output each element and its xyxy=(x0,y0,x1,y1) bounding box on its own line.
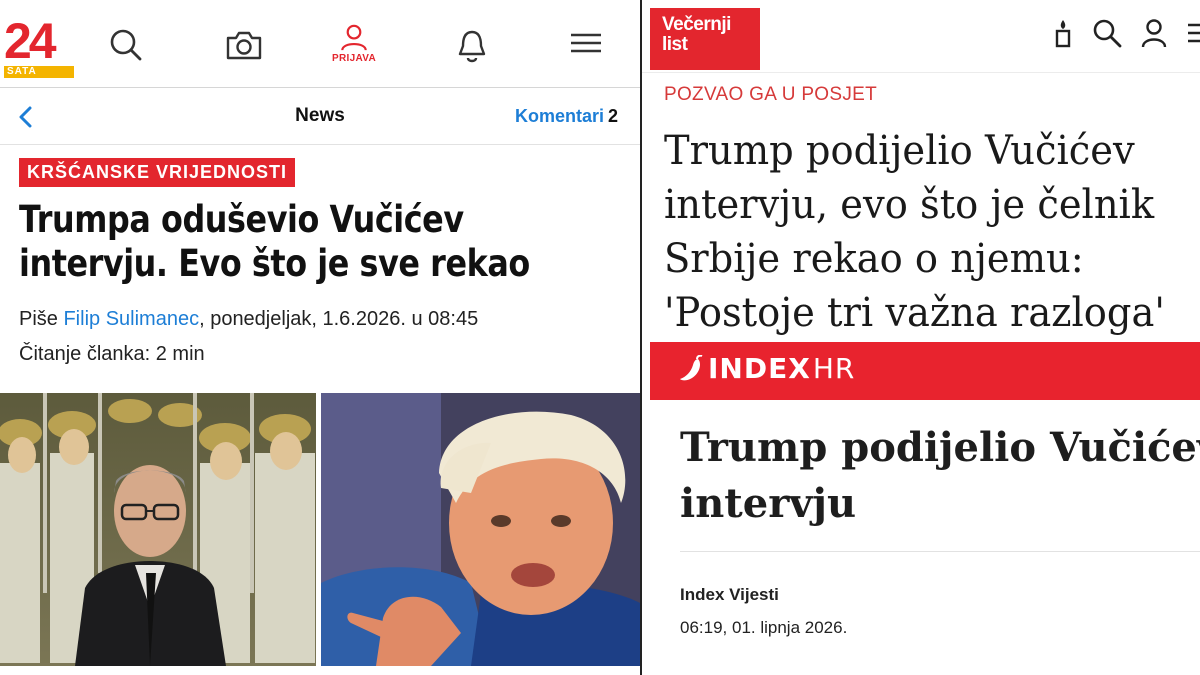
vecernji-logo-line2: list xyxy=(662,34,688,55)
bell-icon xyxy=(458,30,486,63)
index-date: 06:19, 01. lipnja 2026. xyxy=(680,618,848,637)
byline: Piše Filip Sulimanec, ponedjeljak, 1.6.2… xyxy=(19,308,478,331)
logo-number: 24 xyxy=(4,13,57,69)
search-button[interactable] xyxy=(108,28,144,68)
index-headline: Trump podijelio Vučićev intervju xyxy=(680,420,1200,532)
article-photo-trump xyxy=(321,393,640,666)
section-subheader: News Komentari 2 xyxy=(0,89,640,145)
search-icon[interactable] xyxy=(1092,18,1122,48)
article-headline: Trumpa oduševio Vučićev intervju. Evo št… xyxy=(19,198,530,285)
comments-link[interactable]: Komentari 2 xyxy=(515,106,618,127)
headline-line: Trump podijelio Vučićev xyxy=(680,424,1200,471)
search-icon xyxy=(110,29,142,61)
camera-icon xyxy=(226,31,262,60)
notifications-button[interactable] xyxy=(454,28,490,68)
vecernji-logo-line1: Večernji xyxy=(662,14,731,35)
login-button[interactable]: PRIJAVA xyxy=(332,24,376,64)
index-logo[interactable]: INDEX HR xyxy=(678,352,855,385)
vecernji-toolbar xyxy=(1052,18,1200,48)
comments-label: Komentari xyxy=(514,106,604,126)
menu-icon xyxy=(571,33,601,53)
menu-icon[interactable] xyxy=(1186,18,1200,48)
top-nav-bar: 24 SATA PRIJAVA xyxy=(0,0,640,88)
vecernji-logo[interactable]: Večernji list xyxy=(650,8,760,70)
headline-line: 'Postoje tri važna razloga' xyxy=(664,290,1165,336)
article-date: , ponedjeljak, 1.6.2026. u 08:45 xyxy=(199,308,479,330)
article-kicker[interactable]: KRŠĆANSKE VRIJEDNOSTI xyxy=(19,158,296,187)
chili-pepper-icon xyxy=(680,354,703,380)
divider xyxy=(680,551,1200,552)
author-link[interactable]: Filip Sulimanec xyxy=(63,308,199,330)
byline-prefix: Piše xyxy=(19,308,58,330)
site-logo[interactable]: 24 SATA xyxy=(4,16,74,78)
login-label: PRIJAVA xyxy=(332,53,376,64)
right-screenshot-vecernji-index: Večernji list POZVAO GA U POSJET Trump p… xyxy=(640,0,1200,675)
index-logo-suffix: HR xyxy=(812,352,856,385)
comments-count: 2 xyxy=(607,106,618,126)
left-screenshot-24sata: 24 SATA PRIJAVA News Komentari 2 KRŠĆANS… xyxy=(0,0,640,675)
index-author[interactable]: Index Vijesti xyxy=(680,585,779,605)
user-icon xyxy=(341,24,367,51)
index-header-bar: INDEX HR xyxy=(650,342,1200,400)
logo-sub: SATA xyxy=(4,66,74,78)
vecernji-headline: Trump podijelio Vučićev intervju, evo št… xyxy=(664,124,1200,340)
headline-line: Srbije rekao o njemu: xyxy=(664,236,1084,282)
headline-line: intervju, evo što je čelnik xyxy=(664,182,1155,228)
divider xyxy=(642,72,1200,73)
vecernji-kicker: POZVAO GA U POSJET xyxy=(664,84,878,105)
reading-time: Čitanje članka: 2 min xyxy=(19,343,205,365)
article-photo-vucic xyxy=(0,393,316,666)
index-logo-text: INDEX xyxy=(708,352,811,385)
headline-line: Trump podijelio Vučićev xyxy=(664,128,1135,174)
candle-icon[interactable] xyxy=(1052,18,1074,48)
headline-line: intervju xyxy=(680,480,857,527)
camera-button[interactable] xyxy=(226,28,262,68)
menu-button[interactable] xyxy=(568,28,604,68)
user-icon[interactable] xyxy=(1140,18,1168,48)
